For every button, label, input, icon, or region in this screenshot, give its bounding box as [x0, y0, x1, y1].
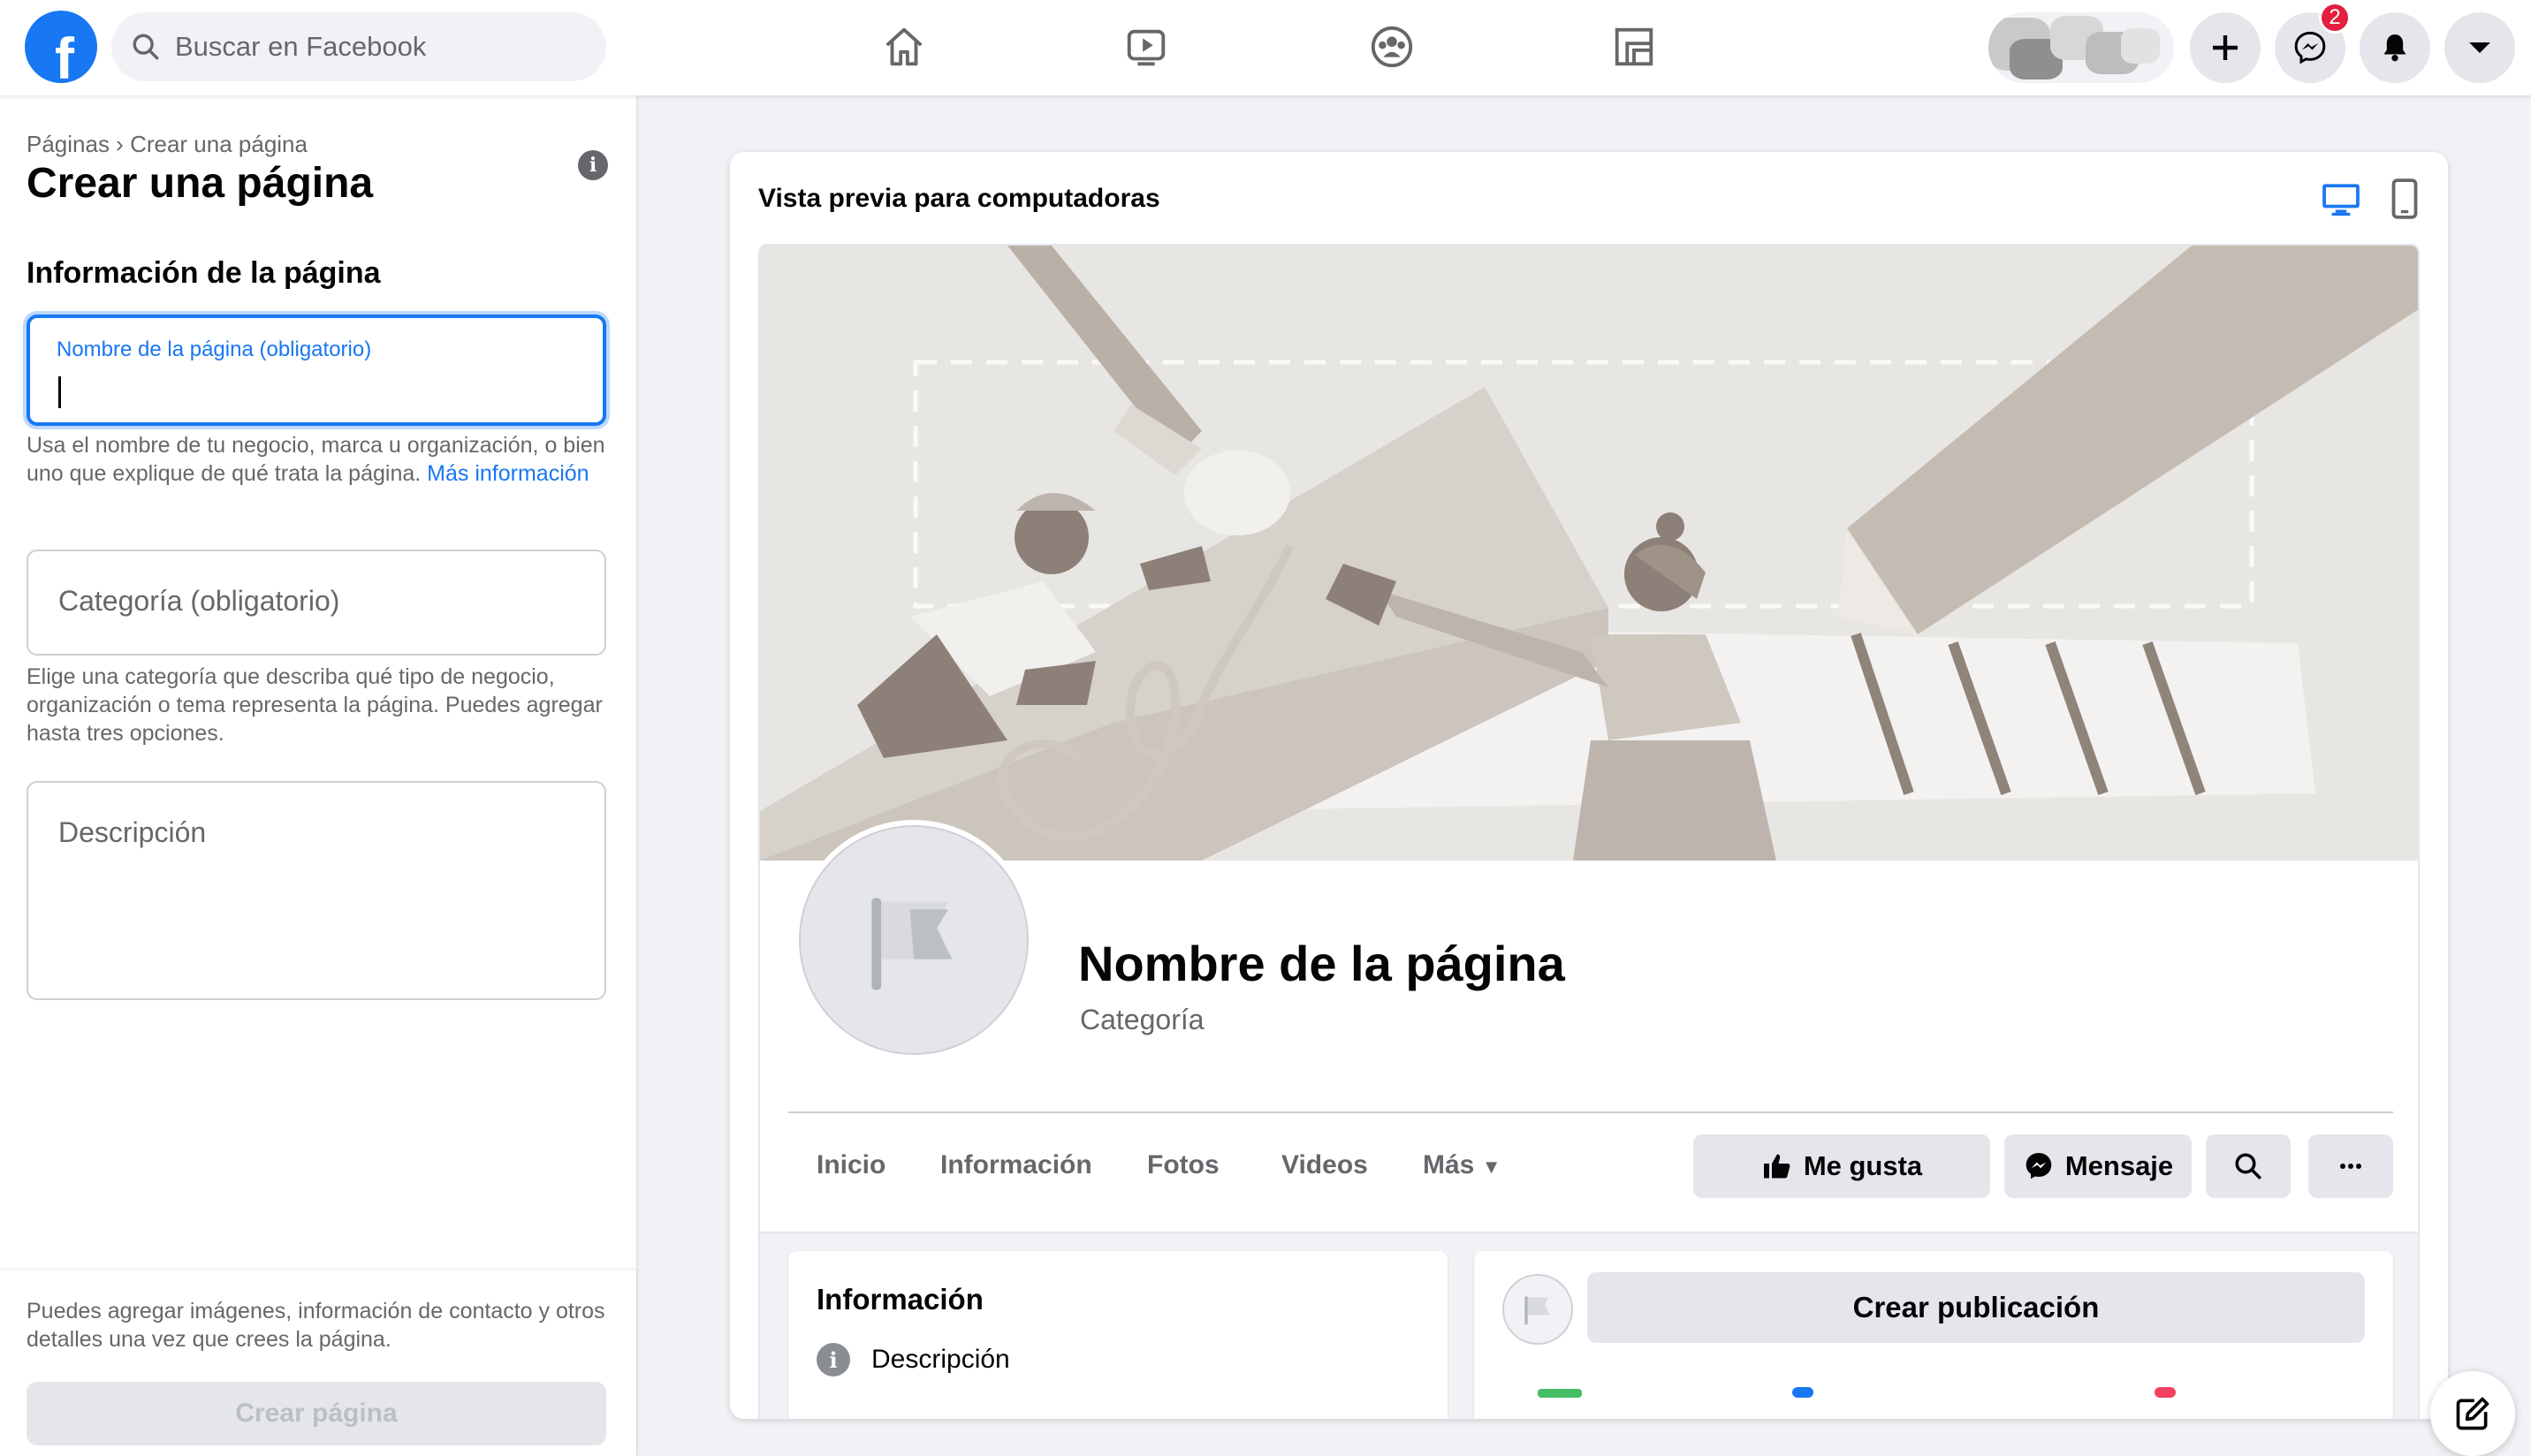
nav-watch[interactable]: [1115, 18, 1177, 76]
desktop-preview-toggle[interactable]: [2319, 177, 2363, 221]
like-label: Me gusta: [1803, 1150, 1923, 1181]
chevron-down-icon: [2469, 42, 2490, 53]
page-name-field[interactable]: Nombre de la página (obligatorio): [27, 315, 606, 426]
like-button[interactable]: Me gusta: [1693, 1134, 1990, 1198]
live-video-icon: [1538, 1389, 1582, 1398]
preview-category: Categoría: [1080, 1004, 1205, 1035]
account-menu-button[interactable]: [2444, 12, 2515, 83]
info-icon: i: [817, 1343, 850, 1376]
desktop-icon: [2322, 184, 2360, 216]
description-placeholder: Descripción: [58, 816, 207, 848]
cover-illustration: [760, 246, 2418, 861]
page-preview-frame: Nombre de la página Categoría Inicio Inf…: [758, 244, 2420, 1419]
category-placeholder: Categoría (obligatorio): [58, 585, 340, 617]
feeling-icon: [2155, 1387, 2176, 1398]
divider: [788, 1111, 2393, 1113]
message-button[interactable]: Mensaje: [2004, 1134, 2192, 1198]
tab-fotos[interactable]: Fotos: [1147, 1150, 1220, 1180]
page-name-helper: Usa el nombre de tu negocio, marca u org…: [27, 431, 610, 488]
about-description-label: Descripción: [871, 1345, 1010, 1374]
search-icon: [133, 34, 159, 60]
sidebar-footer: Puedes agregar imágenes, información de …: [0, 1270, 636, 1456]
create-post-button[interactable]: Crear publicación: [1587, 1272, 2365, 1343]
notifications-button[interactable]: [2360, 12, 2430, 83]
search-icon: [2235, 1153, 2261, 1179]
home-icon: [885, 27, 923, 66]
about-card: Información i Descripción: [788, 1251, 1448, 1419]
create-button[interactable]: [2190, 12, 2261, 83]
gaming-icon: [1615, 27, 1653, 66]
preview-page-name: Nombre de la página: [1078, 936, 1565, 991]
tab-mas[interactable]: Más ▼: [1423, 1150, 1501, 1180]
tab-informacion[interactable]: Información: [940, 1150, 1092, 1180]
footer-text: Puedes agregar imágenes, información de …: [27, 1299, 605, 1352]
flag-icon: [1524, 1296, 1550, 1325]
info-icon[interactable]: i: [578, 150, 608, 180]
profile-shortcut[interactable]: [1988, 12, 2174, 83]
search-input[interactable]: [175, 31, 564, 63]
breadcrumb[interactable]: Páginas › Crear una página: [27, 131, 308, 158]
page-avatar: [1502, 1274, 1573, 1345]
watch-icon: [1127, 29, 1166, 66]
top-navigation-bar: f 2: [0, 0, 2531, 95]
nav-groups[interactable]: [1361, 18, 1423, 76]
thumbs-up-icon: [1763, 1154, 1790, 1179]
category-helper: Elige una categoría que describa qué tip…: [27, 664, 603, 746]
profile-picture[interactable]: [794, 820, 1034, 1060]
page-title: Crear una página: [27, 160, 374, 207]
section-title: Información de la página: [27, 256, 381, 290]
flag-icon: [871, 898, 953, 990]
description-field[interactable]: Descripción: [27, 781, 606, 1000]
photo-icon: [1792, 1387, 1813, 1398]
desktop-preview-card: Vista previa para computadoras Nombre de…: [730, 152, 2448, 1419]
bell-icon: [2383, 34, 2406, 62]
category-field[interactable]: Categoría (obligatorio): [27, 550, 606, 656]
search-box[interactable]: [111, 12, 606, 81]
text-cursor: [58, 376, 61, 408]
messenger-icon: [2026, 1153, 2052, 1179]
create-post-card: Crear publicación: [1474, 1251, 2393, 1419]
messenger-icon: [2294, 31, 2326, 64]
create-page-button[interactable]: Crear página: [27, 1382, 606, 1445]
compose-icon: [2456, 1397, 2489, 1430]
page-name-label: Nombre de la página (obligatorio): [57, 337, 372, 361]
plus-icon: [2213, 35, 2238, 60]
nav-home[interactable]: [873, 18, 935, 76]
facebook-logo[interactable]: f: [25, 11, 97, 83]
more-info-link[interactable]: Más información: [427, 461, 589, 486]
tab-videos[interactable]: Videos: [1281, 1150, 1368, 1180]
about-description-row: i Descripción: [817, 1343, 1010, 1376]
preview-search-button[interactable]: [2206, 1134, 2291, 1198]
message-label: Mensaje: [2064, 1150, 2174, 1181]
tab-mas-label: Más: [1423, 1150, 1475, 1179]
ellipsis-icon: [2340, 1164, 2361, 1169]
more-options-button[interactable]: [2308, 1134, 2393, 1198]
caret-down-icon: ▼: [1481, 1156, 1501, 1178]
messenger-button[interactable]: 2: [2275, 2, 2351, 83]
new-message-button[interactable]: [2430, 1371, 2515, 1456]
mobile-icon: [2391, 178, 2418, 219]
cover-art-image: [760, 246, 2418, 861]
tab-inicio[interactable]: Inicio: [817, 1150, 885, 1180]
about-card-title: Información: [817, 1283, 984, 1316]
preview-title: Vista previa para computadoras: [758, 184, 1160, 213]
notification-badge: 2: [2319, 2, 2351, 34]
nav-gaming[interactable]: [1603, 18, 1665, 76]
groups-icon: [1371, 26, 1413, 68]
create-page-sidebar: Páginas › Crear una página Crear una pág…: [0, 95, 636, 1456]
mobile-preview-toggle[interactable]: [2383, 177, 2427, 221]
